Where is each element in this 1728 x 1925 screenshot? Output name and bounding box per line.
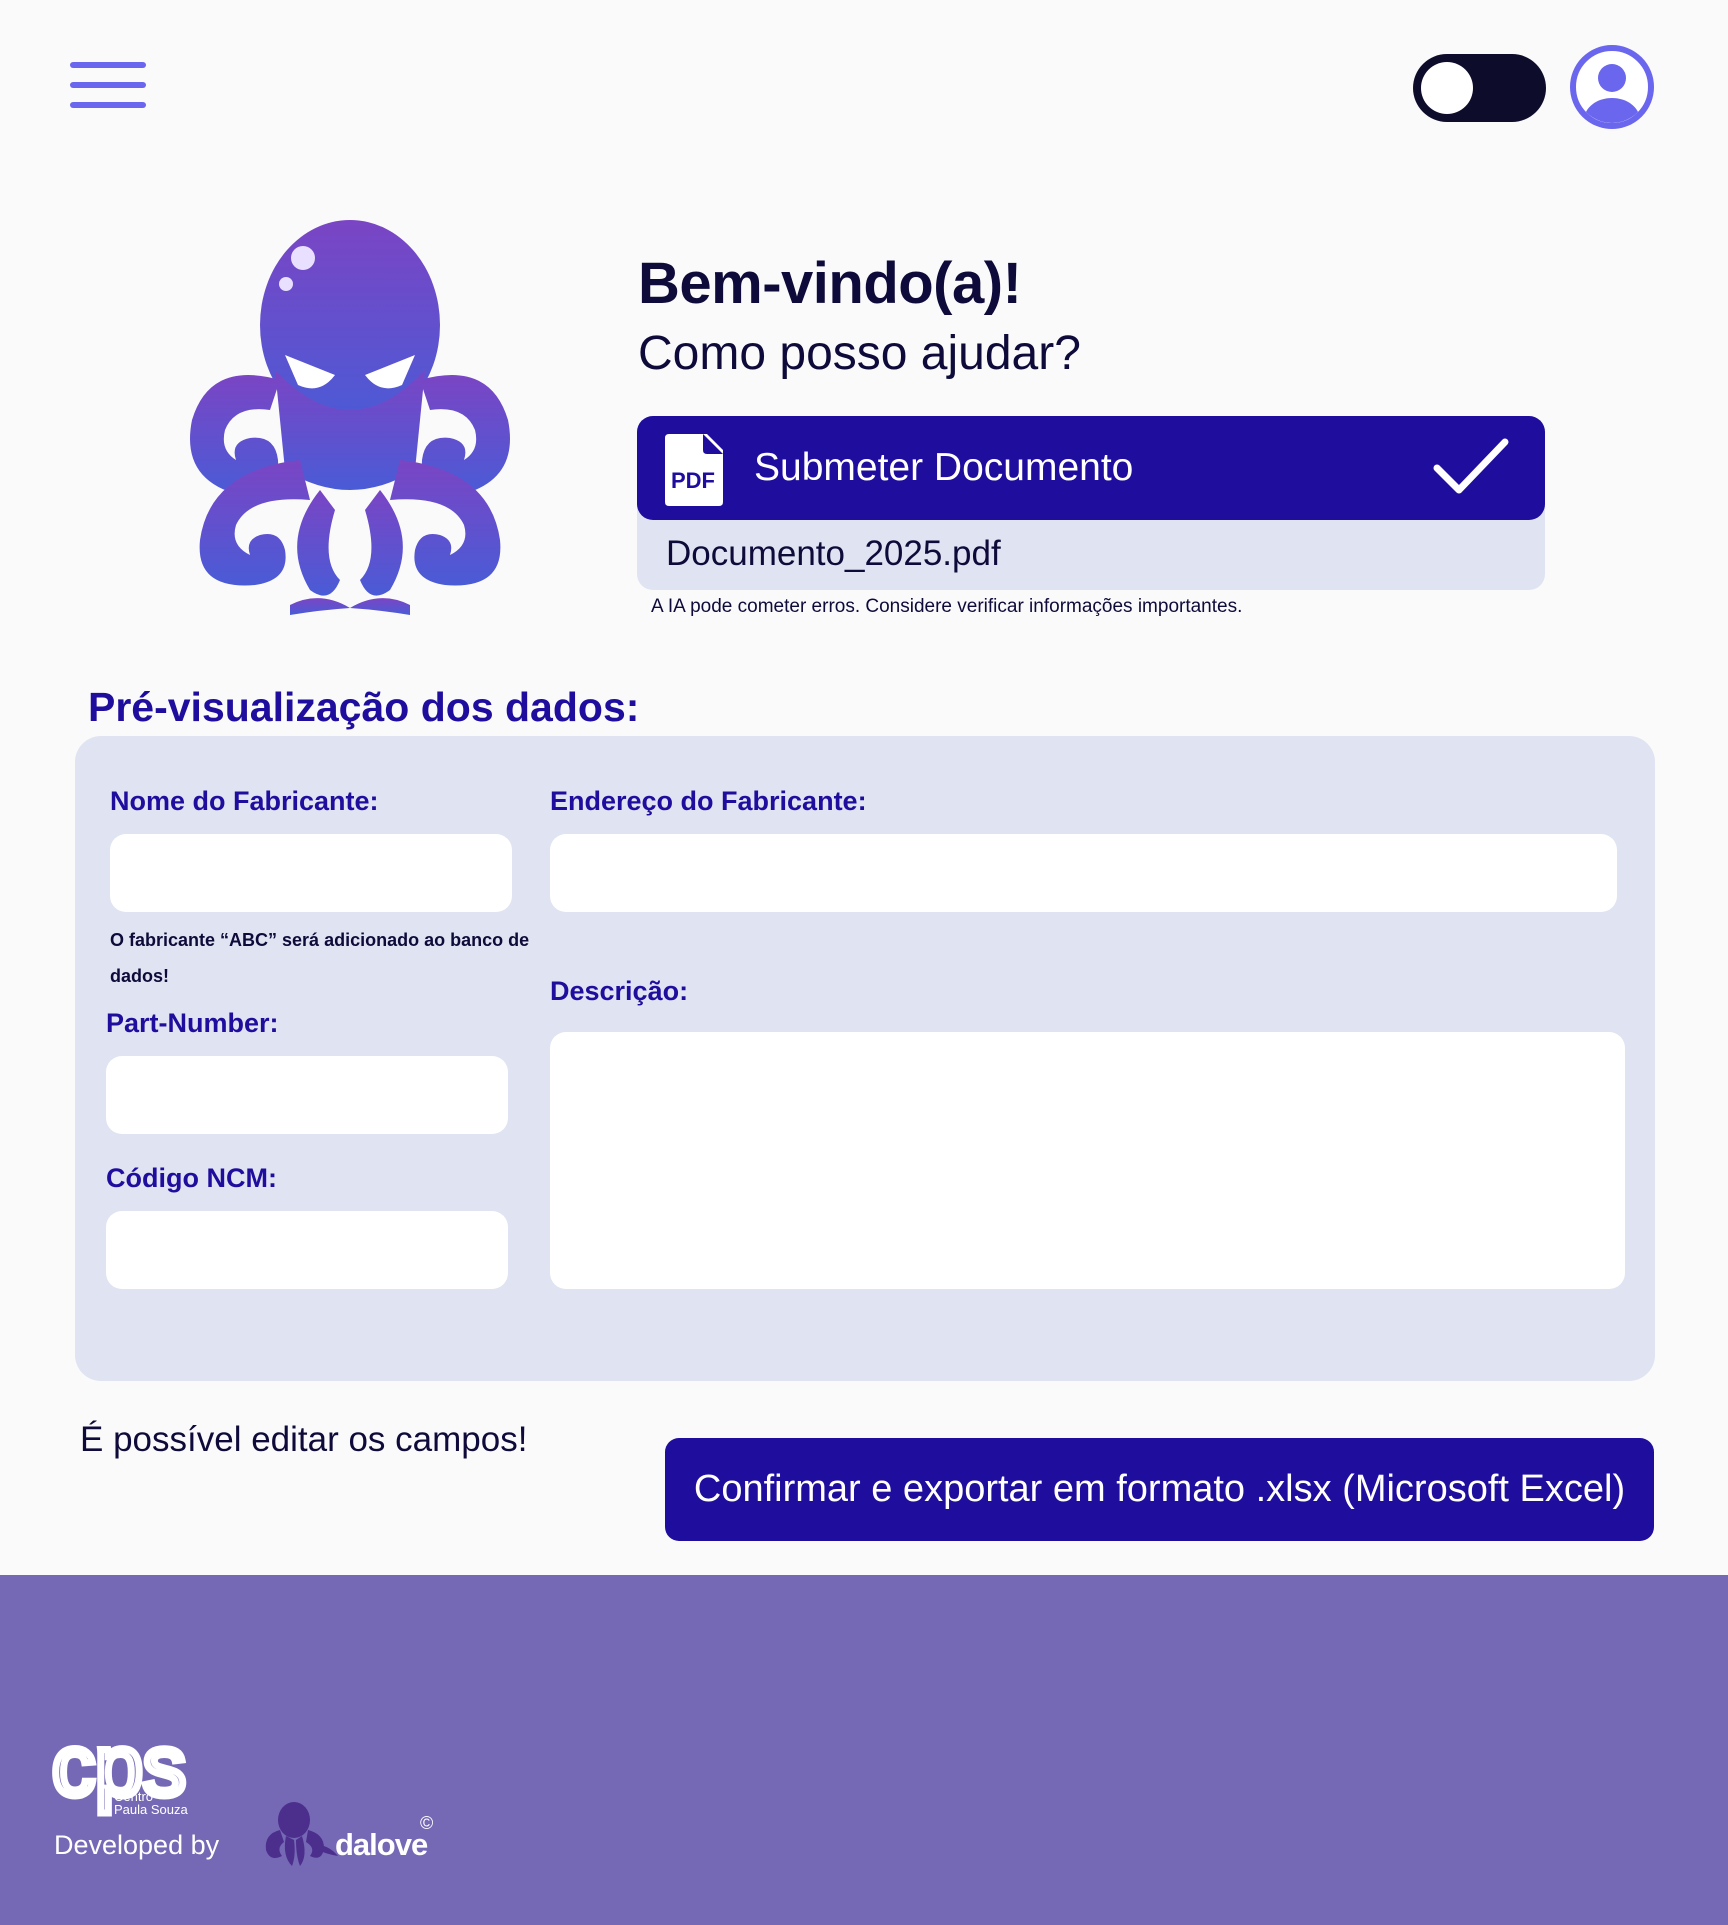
cps-subtitle: Centro Paula Souza: [114, 1790, 188, 1816]
ncm-code-input[interactable]: [106, 1211, 508, 1289]
welcome-subtitle: Como posso ajudar?: [638, 327, 1081, 380]
developed-by-text: Developed by: [54, 1830, 220, 1860]
footer: cps Centro Paula Souza Developed by dalo…: [0, 1575, 1728, 1925]
part-number-input[interactable]: [106, 1056, 508, 1134]
submit-document-label: Submeter Documento: [754, 446, 1134, 489]
pdf-file-icon: PDF: [665, 434, 725, 506]
manufacturer-name-input[interactable]: [110, 834, 512, 912]
check-icon: [1431, 434, 1511, 498]
description-textarea[interactable]: [550, 1032, 1625, 1289]
toggle-knob: [1421, 62, 1473, 114]
dalove-octopus-icon: [262, 1800, 340, 1868]
octopus-mascot: [170, 210, 530, 615]
uploaded-filename: Documento_2025.pdf: [666, 534, 1001, 573]
manufacturer-address-input[interactable]: [550, 834, 1617, 912]
dalove-logo-text: dalove: [335, 1827, 428, 1862]
edit-note: É possível editar os campos!: [80, 1420, 528, 1459]
manufacturer-hint: O fabricante “ABC” será adicionado ao ba…: [110, 930, 530, 986]
description-label: Descrição:: [550, 976, 689, 1006]
manufacturer-address-label: Endereço do Fabricante:: [550, 786, 867, 816]
ai-disclaimer: A IA pode cometer erros. Considere verif…: [651, 596, 1243, 617]
pdf-badge: PDF: [671, 468, 715, 493]
manufacturer-name-label: Nome do Fabricante:: [110, 786, 379, 816]
part-number-label: Part-Number:: [106, 1008, 279, 1038]
welcome-title: Bem-vindo(a)!: [638, 251, 1022, 316]
user-avatar-icon[interactable]: [1569, 44, 1655, 130]
hamburger-menu-icon[interactable]: [70, 62, 148, 112]
copyright-symbol: ©: [420, 1813, 434, 1833]
submit-document-button[interactable]: PDF Submeter Documento: [637, 416, 1545, 520]
theme-toggle[interactable]: [1413, 54, 1546, 122]
export-xlsx-button[interactable]: Confirmar e exportar em formato .xlsx (M…: [665, 1438, 1654, 1541]
ncm-code-label: Código NCM:: [106, 1163, 277, 1193]
cps-subtitle-line2: Paula Souza: [114, 1802, 188, 1817]
preview-title: Pré-visualização dos dados:: [88, 684, 640, 730]
